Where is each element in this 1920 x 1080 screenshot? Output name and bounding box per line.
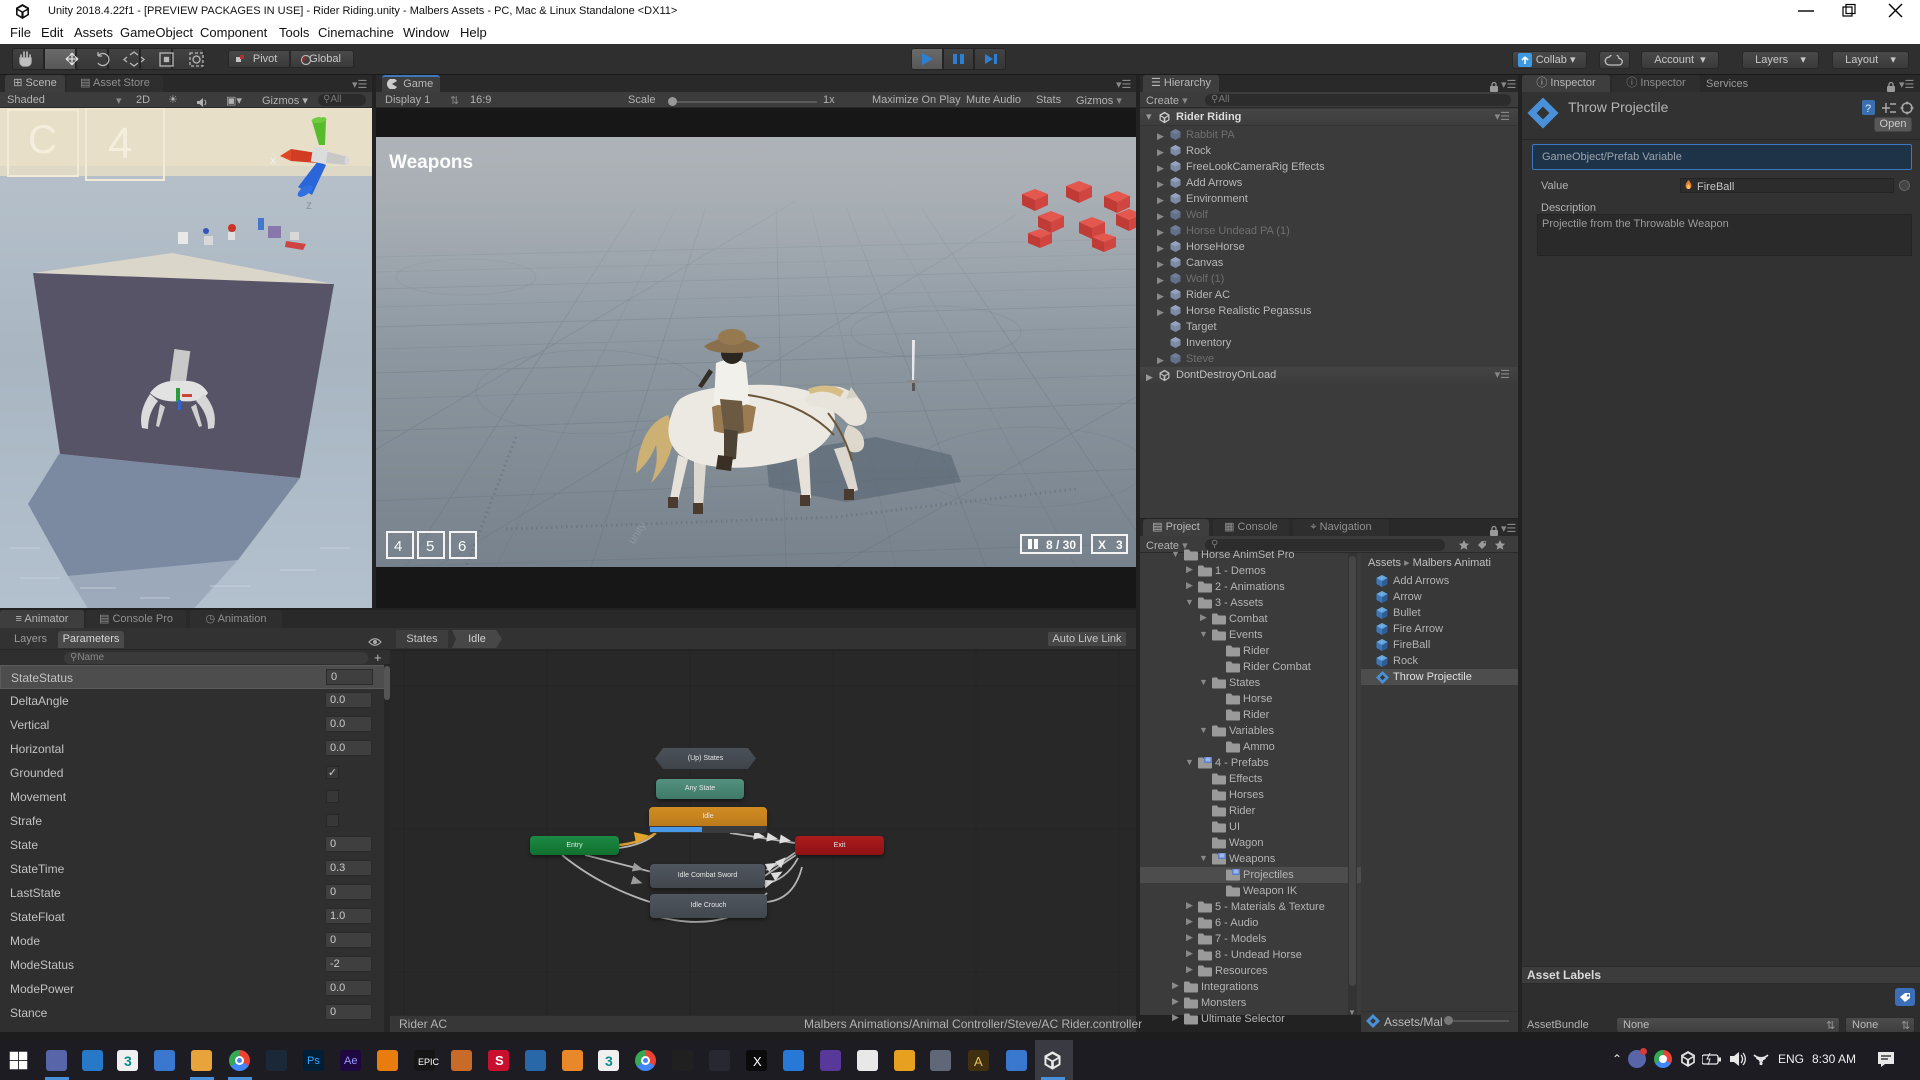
svg-text:y: y — [320, 108, 326, 118]
svg-text:Weapons: Weapons — [389, 152, 473, 173]
svg-text:6: 6 — [458, 538, 466, 555]
svg-text:x: x — [270, 153, 276, 167]
svg-text:4: 4 — [108, 119, 132, 168]
svg-text:3: 3 — [1116, 538, 1123, 552]
svg-text:4: 4 — [394, 538, 402, 555]
svg-text:X: X — [1098, 538, 1106, 552]
svg-text:8 / 30: 8 / 30 — [1046, 538, 1076, 552]
svg-text:z: z — [306, 198, 312, 212]
svg-text:?: ? — [1865, 103, 1871, 115]
svg-text:C: C — [28, 118, 57, 162]
svg-text:5: 5 — [426, 538, 434, 555]
